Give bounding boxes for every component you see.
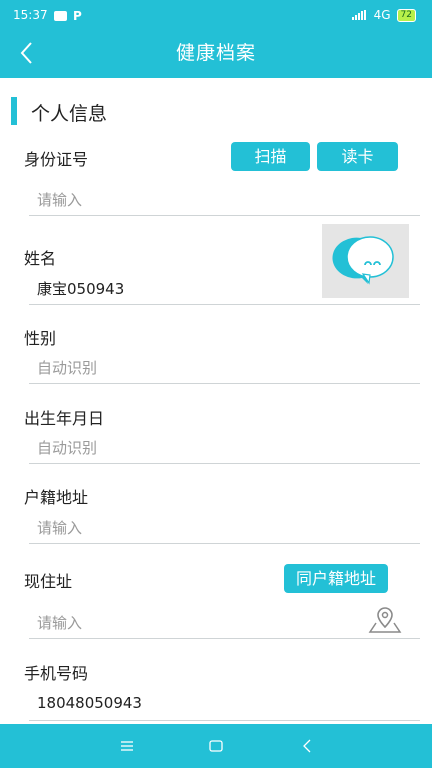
birthdate-label: 出生年月日 [24, 409, 105, 428]
name-field[interactable]: 康宝050943 [29, 274, 420, 305]
phone-value: 18048050943 [37, 694, 142, 712]
household-address-label: 户籍地址 [24, 488, 89, 507]
square-home-icon[interactable] [206, 736, 226, 756]
current-address-label: 现住址 [24, 572, 73, 591]
status-bar: 15:37 P 4G 72 [0, 0, 432, 30]
scan-button[interactable]: 扫描 [231, 142, 310, 171]
network-type: 4G [373, 8, 391, 22]
battery-icon: 72 [396, 8, 416, 22]
birthdate-field[interactable]: 自动识别 [29, 433, 420, 464]
page-title: 健康档案 [175, 42, 256, 64]
phone-field[interactable]: 18048050943 [29, 690, 420, 721]
section-title: 个人信息 [31, 103, 108, 125]
system-nav-bar [0, 724, 432, 768]
id-number-label: 身份证号 [24, 150, 89, 169]
read-card-button[interactable]: 读卡 [317, 142, 398, 171]
phone-label: 手机号码 [24, 664, 89, 683]
form-content[interactable]: 个人信息 身份证号 扫描 读卡 请输入 姓名 康宝050943 性别 自动识别 … [0, 78, 432, 724]
section-accent-bar [11, 97, 17, 125]
household-address-placeholder: 请输入 [37, 519, 83, 537]
message-icon [54, 6, 67, 21]
back-triangle-icon[interactable] [297, 736, 317, 756]
id-number-placeholder: 请输入 [37, 191, 83, 209]
name-label: 姓名 [24, 249, 57, 268]
section-header: 个人信息 [0, 96, 432, 126]
signal-icon [351, 10, 368, 20]
current-address-input[interactable]: 请输入 [29, 605, 420, 639]
parking-icon: P [73, 9, 82, 23]
gender-field[interactable]: 自动识别 [29, 353, 420, 384]
top-bar: 15:37 P 4G 72 健康档案 [0, 0, 432, 78]
status-right: 4G 72 [351, 8, 416, 22]
same-as-household-button[interactable]: 同户籍地址 [284, 564, 388, 593]
name-value: 康宝050943 [37, 280, 125, 298]
current-address-placeholder: 请输入 [37, 614, 83, 632]
location-pin-icon[interactable] [367, 605, 403, 635]
status-time: 15:37 [13, 8, 48, 22]
battery-level: 72 [400, 9, 412, 20]
birthdate-placeholder: 自动识别 [37, 439, 98, 457]
id-number-input[interactable]: 请输入 [29, 185, 420, 216]
gender-placeholder: 自动识别 [37, 359, 98, 377]
gender-label: 性别 [24, 329, 57, 348]
status-notification-icons: P [54, 6, 82, 23]
menu-icon[interactable] [117, 736, 137, 756]
household-address-input[interactable]: 请输入 [29, 513, 420, 544]
